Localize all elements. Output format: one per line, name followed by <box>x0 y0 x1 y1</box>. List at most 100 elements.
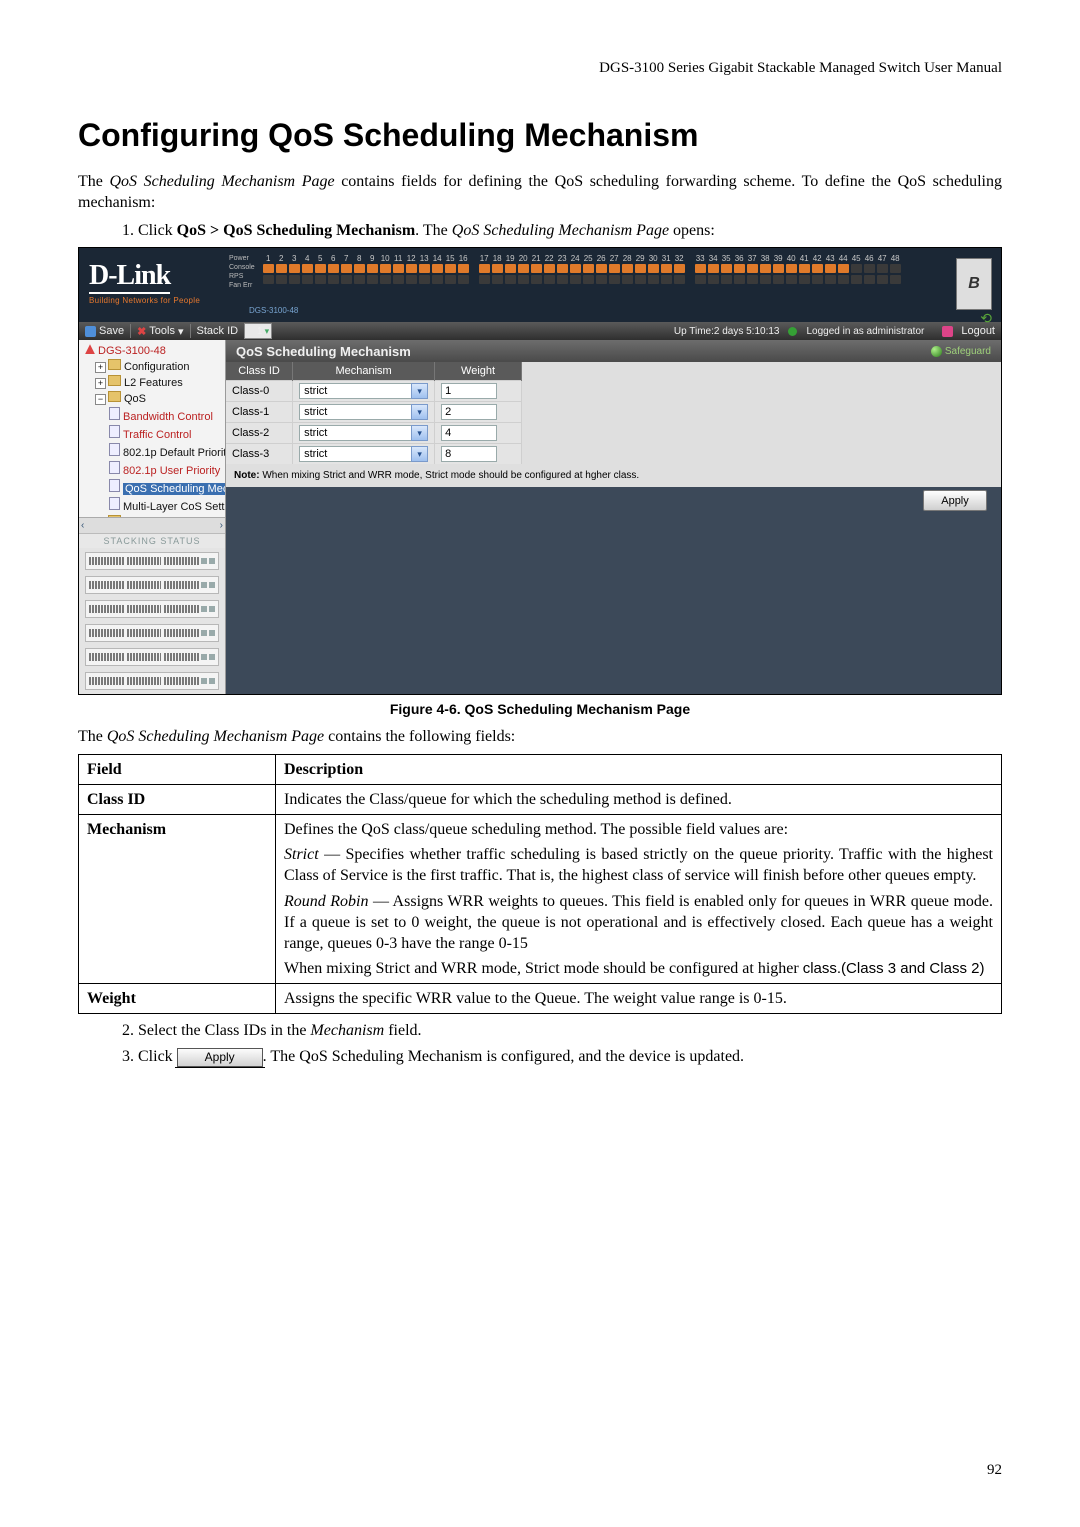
page-title: Configuring QoS Scheduling Mechanism <box>78 117 1002 154</box>
device-header-strip: D-Link Building Networks for People Powe… <box>79 248 1001 322</box>
dlink-logo-block: D-Link Building Networks for People <box>79 248 225 305</box>
stacking-status-title: STACKING STATUS <box>79 533 225 548</box>
desc-header-row: Field Description <box>79 754 1002 784</box>
afterfig-a: The <box>78 728 107 745</box>
weight-input[interactable] <box>441 425 497 441</box>
tree-l2features[interactable]: +L2 Features <box>81 375 223 391</box>
tools-x-icon: ✖ <box>137 325 146 338</box>
step1-e: opens: <box>669 222 715 239</box>
intro-a: The <box>78 173 109 190</box>
field-description-table: Field Description Class ID Indicates the… <box>78 754 1002 1014</box>
nav-sidebar: DGS-3100-48 +Configuration +L2 Features … <box>79 340 226 694</box>
step3-b: . The QoS Scheduling Mechanism is config… <box>263 1048 744 1065</box>
tree-qos[interactable]: −QoS <box>81 391 223 407</box>
stack-unit <box>85 624 219 642</box>
expand-box-icon: B <box>956 258 992 310</box>
disk-icon <box>85 326 96 337</box>
device-icon <box>85 344 95 354</box>
cell-classid: Class-3 <box>226 444 293 465</box>
tree-user-priority[interactable]: 802.1p User Priority <box>81 461 223 479</box>
mechanism-value: strict <box>299 446 411 462</box>
stackid-dropdown[interactable]: 1 ▾ <box>244 323 272 339</box>
tree-configuration[interactable]: +Configuration <box>81 359 223 375</box>
mechanism-dropdown[interactable]: ▾ <box>411 383 428 399</box>
qos-table: Class ID Mechanism Weight Class-0strict▾… <box>226 362 522 464</box>
cell-weight <box>435 444 522 465</box>
tree-bandwidth[interactable]: Bandwidth Control <box>81 407 223 425</box>
tree-label: Traffic Control <box>123 429 191 441</box>
table-row: Class-0strict▾ <box>226 381 522 402</box>
step3-a: Click <box>138 1048 177 1065</box>
scroll-left-icon[interactable]: ‹ <box>81 520 84 531</box>
note-text: When mixing Strict and WRR mode, Strict … <box>260 470 640 481</box>
tree-hscrollbar[interactable]: ‹ › <box>79 517 225 533</box>
cell-classid: Class-0 <box>226 381 293 402</box>
tree-label: 802.1p Default Priority <box>123 447 225 459</box>
logout-icon <box>942 326 953 337</box>
step-1: Click QoS > QoS Scheduling Mechanism. Th… <box>138 220 1002 242</box>
safeguard-badge: Safeguard <box>931 346 991 357</box>
mech-strict-txt: — Specifies whether traffic scheduling i… <box>284 846 993 884</box>
page-number: 92 <box>987 1462 1002 1479</box>
cell-mechanism: strict▾ <box>293 381 435 402</box>
desc-mechanism: Defines the QoS class/queue scheduling m… <box>276 815 1002 984</box>
stack-unit <box>85 648 219 666</box>
brand-text: D-Link <box>89 262 170 294</box>
embedded-screenshot: D-Link Building Networks for People Powe… <box>78 247 1002 695</box>
expand-icon[interactable]: + <box>95 378 106 389</box>
apply-button[interactable]: Apply <box>923 490 987 511</box>
toolbar-divider <box>190 324 191 338</box>
page-icon <box>109 479 120 492</box>
mechanism-value: strict <box>299 425 411 441</box>
intro-b: QoS Scheduling Mechanism Page <box>109 173 334 190</box>
cell-mechanism: strict▾ <box>293 444 435 465</box>
expand-icon[interactable]: + <box>95 362 106 373</box>
desc-classid: Indicates the Class/queue for which the … <box>276 785 1002 815</box>
mechanism-dropdown[interactable]: ▾ <box>411 446 428 462</box>
step-2: Select the Class IDs in the Mechanism fi… <box>138 1020 1002 1042</box>
mechanism-dropdown[interactable]: ▾ <box>411 425 428 441</box>
brand-tagline: Building Networks for People <box>89 296 225 305</box>
tree-default-priority[interactable]: 802.1p Default Priority <box>81 443 223 461</box>
step1-a: Click <box>138 222 177 239</box>
mechanism-dropdown[interactable]: ▾ <box>411 404 428 420</box>
field-classid: Class ID <box>79 785 276 815</box>
weight-input[interactable] <box>441 383 497 399</box>
uptime-text: Up Time:2 days 5:10:13 <box>674 326 780 337</box>
mechanism-value: strict <box>299 404 411 420</box>
safeguard-ball-icon <box>931 346 942 357</box>
app-toolbar: Save ✖ Tools ▾ Stack ID 1 ▾ Up Time:2 da… <box>79 322 1001 340</box>
figure-caption: Figure 4-6. QoS Scheduling Mechanism Pag… <box>78 701 1002 717</box>
note-bold: Note: <box>234 470 260 481</box>
cell-mechanism: strict▾ <box>293 402 435 423</box>
tree-traffic[interactable]: Traffic Control <box>81 425 223 443</box>
tree-multilayer-cos[interactable]: Multi-Layer CoS Setting <box>81 497 223 515</box>
chevron-down-icon: ▾ <box>265 326 270 337</box>
folder-icon <box>108 391 121 402</box>
device-model-label: DGS-3100-48 <box>249 306 298 315</box>
apply-inline-label: Apply <box>177 1048 263 1067</box>
tools-menu[interactable]: ✖ Tools ▾ <box>137 325 183 338</box>
stack-unit <box>85 552 219 570</box>
save-button[interactable]: Save <box>85 325 124 337</box>
panel-titlebar: QoS Scheduling Mechanism Safeguard <box>226 340 1001 362</box>
collapse-icon[interactable]: − <box>95 394 106 405</box>
chevron-down-icon: ▾ <box>178 325 184 338</box>
step1-c: . The <box>415 222 452 239</box>
page-icon <box>109 443 120 456</box>
cell-classid: Class-1 <box>226 402 293 423</box>
scroll-right-icon[interactable]: › <box>220 520 223 531</box>
refresh-arrow-icon: ⟲ <box>980 310 992 327</box>
afterfig-c: contains the following fields: <box>324 728 515 745</box>
tree-qos-scheduling[interactable]: QoS Scheduling Mechanism <box>81 479 223 497</box>
nav-tree[interactable]: DGS-3100-48 +Configuration +L2 Features … <box>79 340 225 517</box>
tree-root[interactable]: DGS-3100-48 <box>81 344 223 359</box>
steps-list: Click QoS > QoS Scheduling Mechanism. Th… <box>118 220 1002 242</box>
safeguard-label: Safeguard <box>945 346 991 357</box>
tree-label: Bandwidth Control <box>123 411 213 423</box>
running-head: DGS-3100 Series Gigabit Stackable Manage… <box>78 60 1002 77</box>
folder-icon <box>108 359 121 370</box>
note-line: Note: When mixing Strict and WRR mode, S… <box>226 464 1001 487</box>
weight-input[interactable] <box>441 446 497 462</box>
weight-input[interactable] <box>441 404 497 420</box>
